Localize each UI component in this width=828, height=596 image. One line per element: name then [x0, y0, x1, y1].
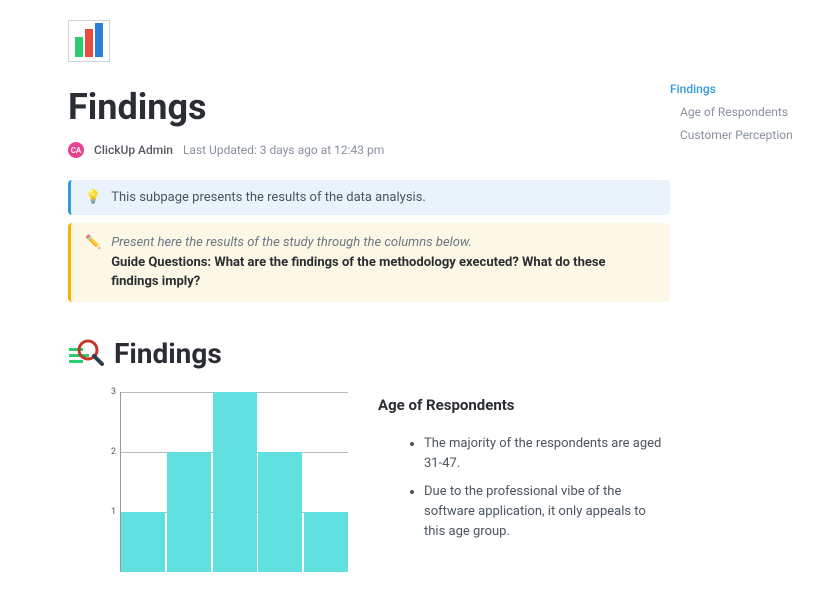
- page-title: Findings: [68, 86, 670, 128]
- chart-bar: [304, 512, 348, 572]
- y-tick: 1: [98, 507, 116, 517]
- guide-questions: Guide Questions: What are the findings o…: [111, 253, 656, 292]
- list-item: Due to the professional vibe of the soft…: [424, 482, 670, 542]
- subsection-heading: Age of Respondents: [378, 396, 670, 414]
- toc-link-findings[interactable]: Findings: [670, 78, 828, 101]
- page-icon[interactable]: [68, 20, 110, 62]
- y-tick: 2: [98, 447, 116, 457]
- toc-link-age[interactable]: Age of Respondents: [670, 101, 828, 124]
- toc-link-perception[interactable]: Customer Perception: [670, 124, 828, 147]
- guide-intro: Present here the results of the study th…: [111, 233, 656, 253]
- last-updated: Last Updated: 3 days ago at 12:43 pm: [183, 143, 384, 157]
- callout-info: 💡 This subpage presents the results of t…: [68, 180, 670, 215]
- section-heading: Findings: [68, 336, 670, 372]
- table-of-contents: Findings Age of Respondents Customer Per…: [670, 0, 828, 596]
- callout-guide: ✏️ Present here the results of the study…: [68, 223, 670, 302]
- y-tick: 3: [98, 387, 116, 397]
- avatar[interactable]: CA: [68, 142, 84, 158]
- page-meta: CA ClickUp Admin Last Updated: 3 days ag…: [68, 142, 670, 158]
- chart-container: 123: [68, 392, 348, 572]
- icon-bar-green: [75, 37, 83, 57]
- section-heading-text: Findings: [114, 337, 222, 370]
- chart-bar: [213, 392, 257, 572]
- chart-bar: [258, 452, 302, 572]
- chart-bar: [121, 512, 165, 572]
- findings-list: The majority of the respondents are aged…: [378, 434, 670, 543]
- chart-bar: [167, 452, 211, 572]
- callout-info-text: This subpage presents the results of the…: [111, 190, 656, 205]
- icon-bar-blue: [95, 23, 103, 57]
- pencil-icon: ✏️: [85, 233, 101, 253]
- icon-bar-red: [85, 29, 93, 57]
- magnifier-chart-icon: [68, 336, 104, 372]
- lightbulb-icon: 💡: [85, 190, 101, 205]
- author-name[interactable]: ClickUp Admin: [94, 143, 173, 157]
- list-item: The majority of the respondents are aged…: [424, 434, 670, 474]
